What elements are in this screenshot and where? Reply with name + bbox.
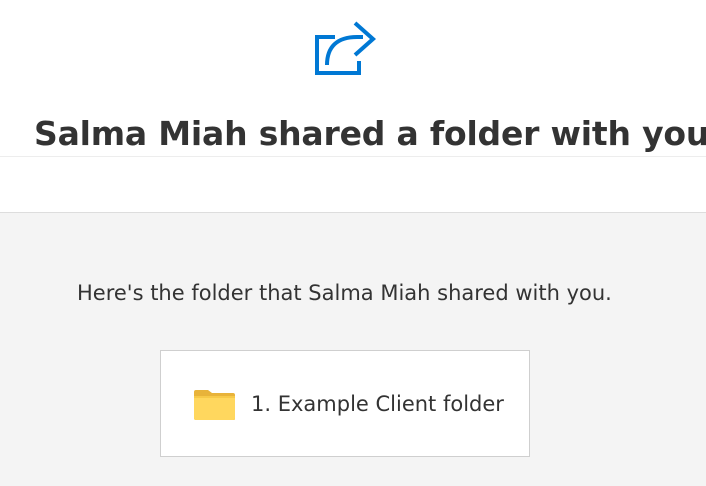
share-message: Here's the folder that Salma Miah shared… bbox=[77, 281, 612, 305]
folder-name[interactable]: 1. Example Client folder bbox=[251, 389, 504, 419]
shared-folder-link[interactable]: 1. Example Client folder bbox=[160, 350, 530, 457]
page-title: Salma Miah shared a folder with you bbox=[34, 114, 706, 153]
share-icon bbox=[315, 21, 377, 75]
message-panel: Here's the folder that Salma Miah shared… bbox=[0, 212, 706, 486]
folder-icon bbox=[194, 390, 235, 420]
divider bbox=[0, 156, 706, 157]
